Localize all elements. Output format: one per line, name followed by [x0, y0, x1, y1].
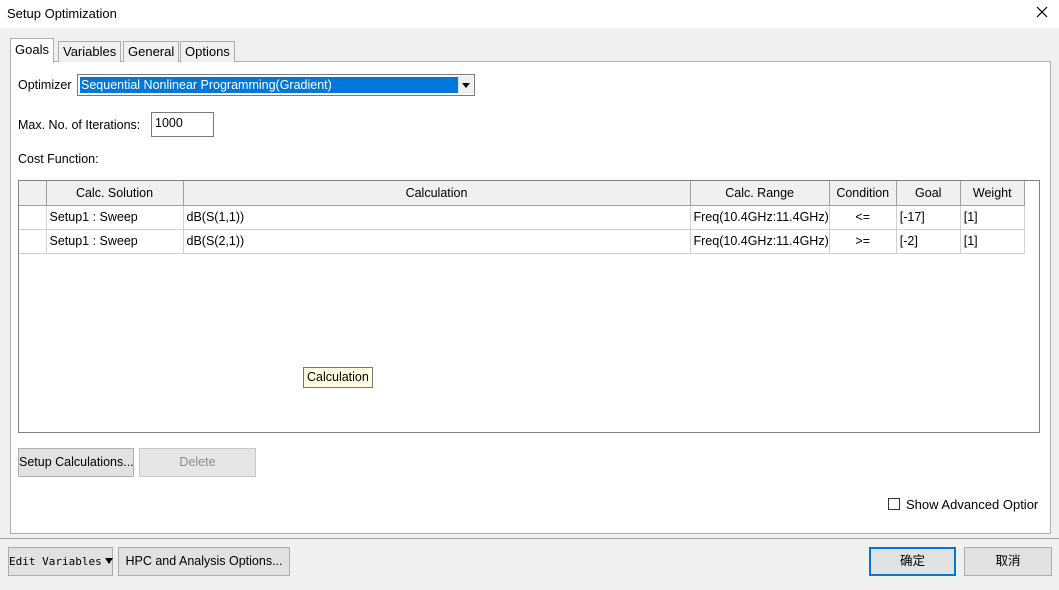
calculation-tooltip: Calculation	[303, 367, 373, 388]
show-advanced-checkbox[interactable]	[888, 498, 900, 510]
cell-calc-range[interactable]: Freq(10.4GHz:11.4GHz)	[690, 205, 830, 230]
cell-weight[interactable]: [1]	[960, 229, 1025, 254]
cell-calculation[interactable]: dB(S(2,1))	[183, 229, 691, 254]
cell-calc-range[interactable]: Freq(10.4GHz:11.4GHz)	[690, 229, 830, 254]
hpc-options-button[interactable]: HPC and Analysis Options...	[118, 547, 290, 576]
cell-condition[interactable]: <=	[829, 205, 897, 230]
divider	[0, 538, 1059, 539]
close-icon[interactable]	[1033, 3, 1051, 21]
optimizer-selected-value: Sequential Nonlinear Programming(Gradien…	[80, 77, 458, 93]
column-header-goal[interactable]: Goal	[896, 181, 961, 206]
cell-weight[interactable]: [1]	[960, 205, 1025, 230]
column-header-weight[interactable]: Weight	[960, 181, 1025, 206]
caret-down-icon	[104, 558, 113, 564]
optimizer-select[interactable]: Sequential Nonlinear Programming(Gradien…	[77, 74, 475, 96]
iterations-input[interactable]: 1000	[151, 112, 214, 137]
column-header-condition[interactable]: Condition	[829, 181, 897, 206]
setup-calculations-button[interactable]: Setup Calculations...	[18, 448, 134, 477]
tab-goals[interactable]: Goals	[10, 38, 54, 63]
column-header-calc-range[interactable]: Calc. Range	[690, 181, 830, 206]
optimizer-label: Optimizer	[18, 78, 72, 92]
cell-calc-solution[interactable]: Setup1 : Sweep	[46, 229, 184, 254]
window-title: Setup Optimization	[7, 6, 117, 21]
cell-calc-solution[interactable]: Setup1 : Sweep	[46, 205, 184, 230]
row-selector[interactable]	[19, 229, 47, 254]
table-row[interactable]: Setup1 : Sweep dB(S(1,1)) Freq(10.4GHz:1…	[19, 205, 1025, 230]
cell-goal[interactable]: [-17]	[896, 205, 961, 230]
cancel-button[interactable]: 取消	[964, 547, 1052, 576]
row-selector[interactable]	[19, 205, 47, 230]
column-header-row-selector[interactable]	[19, 181, 47, 206]
tab-general[interactable]: General	[123, 41, 180, 62]
cell-calculation[interactable]: dB(S(1,1))	[183, 205, 691, 230]
table-row[interactable]: Setup1 : Sweep dB(S(2,1)) Freq(10.4GHz:1…	[19, 229, 1025, 254]
edit-variables-label: Edit Variables	[9, 555, 102, 568]
column-header-calc-solution[interactable]: Calc. Solution	[46, 181, 184, 206]
show-advanced-label: Show Advanced Optior	[906, 497, 1039, 512]
cell-condition[interactable]: >=	[829, 229, 897, 254]
table-header-row: Calc. Solution Calculation Calc. Range C…	[19, 181, 1025, 206]
iterations-label: Max. No. of Iterations:	[18, 118, 141, 132]
tab-options[interactable]: Options	[180, 41, 235, 62]
ok-button[interactable]: 确定	[869, 547, 956, 576]
delete-button[interactable]: Delete	[139, 448, 256, 477]
edit-variables-button[interactable]: Edit Variables	[8, 547, 113, 576]
cost-function-label: Cost Function:	[18, 152, 99, 166]
chevron-down-icon[interactable]	[458, 76, 473, 94]
column-header-calculation[interactable]: Calculation	[183, 181, 691, 206]
cell-goal[interactable]: [-2]	[896, 229, 961, 254]
cost-function-table[interactable]: Calc. Solution Calculation Calc. Range C…	[18, 180, 1040, 433]
title-bar: Setup Optimization	[0, 0, 1059, 28]
tab-variables[interactable]: Variables	[58, 41, 122, 62]
